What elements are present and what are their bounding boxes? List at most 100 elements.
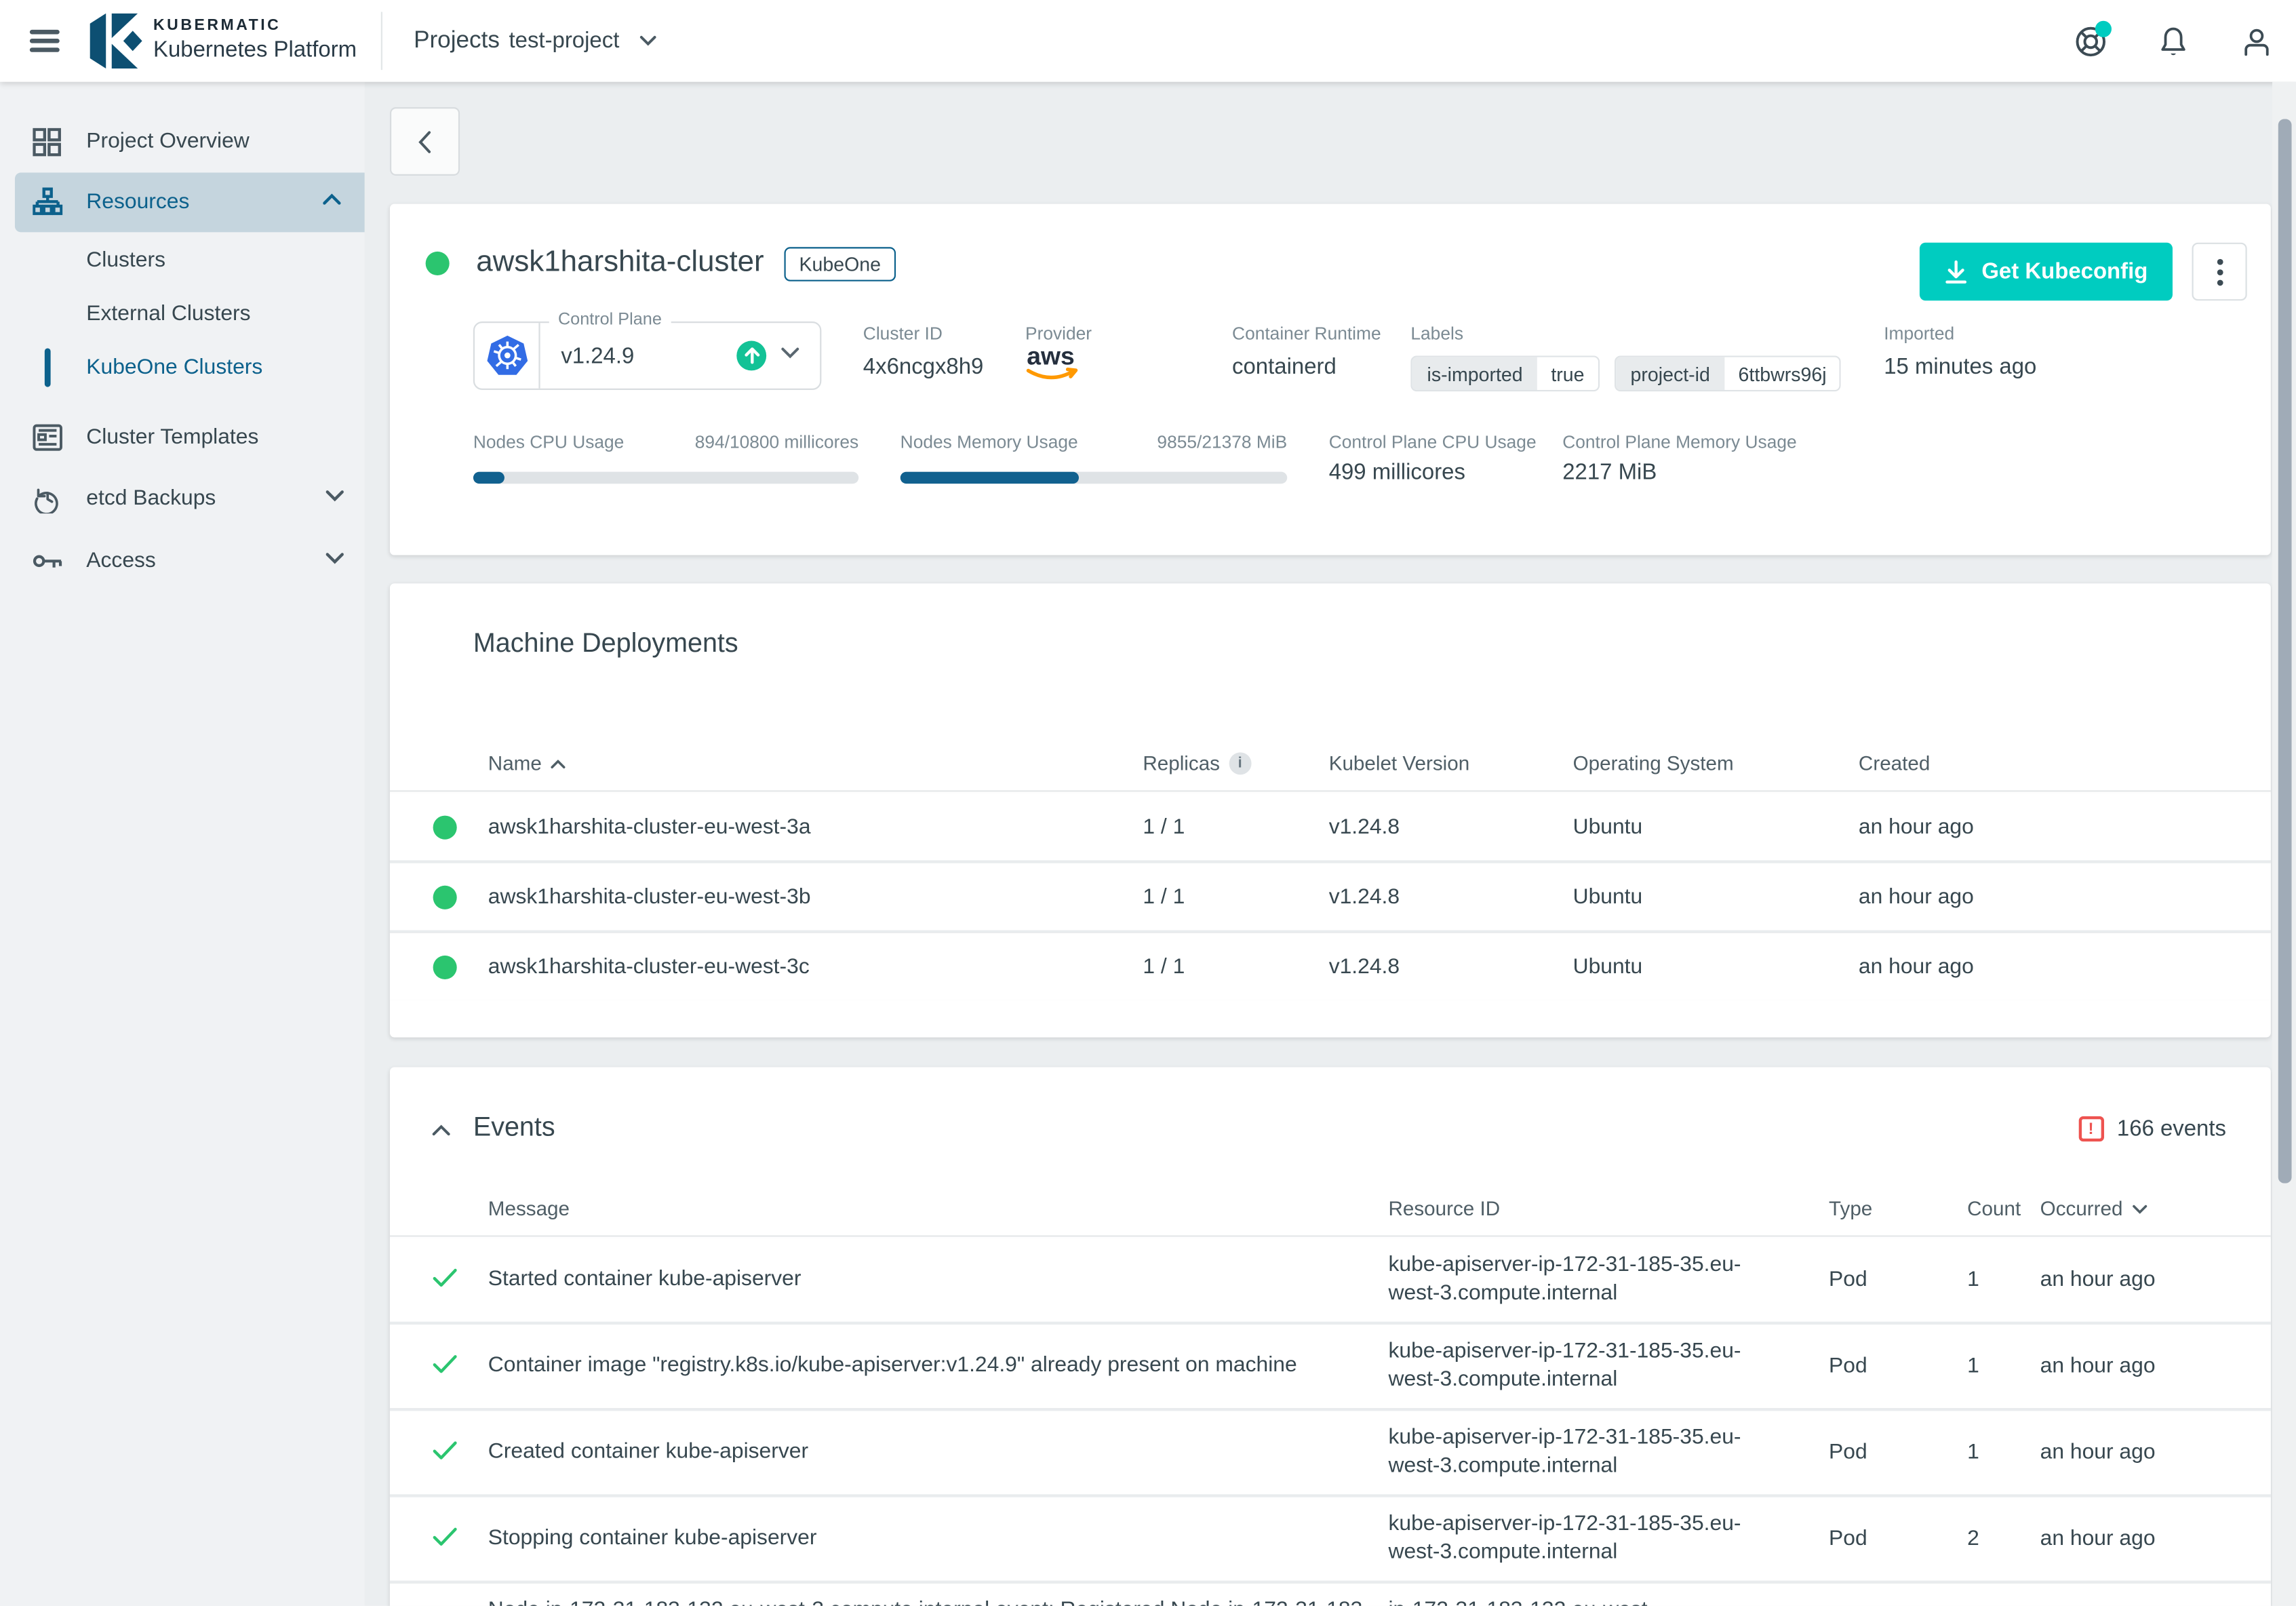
chevron-down-icon — [326, 552, 344, 570]
event-type: Pod — [1829, 1527, 1867, 1551]
page-scrollbar[interactable] — [2272, 82, 2296, 1606]
nodes-cpu-usage: Nodes CPU Usage894/10800 millicores — [473, 431, 858, 452]
sidebar-item-label: KubeOne Clusters — [86, 355, 262, 379]
machine-created: an hour ago — [1859, 955, 1974, 979]
event-type: Pod — [1829, 1268, 1867, 1292]
upgrade-available-icon[interactable] — [736, 341, 766, 371]
sort-desc-icon — [2132, 1204, 2147, 1213]
container-runtime-label: Container Runtime — [1232, 323, 1381, 344]
column-header-occurred[interactable]: Occurred — [2040, 1197, 2147, 1219]
cluster-summary-card: awsk1harshita-cluster KubeOne Get Kubeco… — [390, 204, 2271, 555]
help-icon[interactable] — [2073, 23, 2109, 59]
column-header-name[interactable]: Name — [488, 752, 566, 775]
event-type: Pod — [1829, 1441, 1867, 1464]
sidebar-item-access[interactable]: Access — [0, 531, 365, 591]
sidebar-item-label: External Clusters — [86, 302, 250, 326]
machine-deployment-row[interactable]: awsk1harshita-cluster-eu-west-3a 1 / 1 v… — [390, 794, 2271, 861]
history-clock-icon — [33, 484, 62, 513]
cluster-id-label: Cluster ID — [863, 323, 943, 344]
sidebar-item-etcd-backups[interactable]: etcd Backups — [0, 469, 365, 528]
machine-replicas: 1 / 1 — [1143, 815, 1185, 838]
event-message: Node ip-172-31-183-132.eu-west-3.compute… — [488, 1597, 1381, 1606]
event-type: Pod — [1829, 1354, 1867, 1378]
event-resource-id: ip-172-31-183-132.eu-west-3.compute.inte… — [1388, 1597, 1768, 1606]
sidebar-item-external-clusters[interactable]: External Clusters — [0, 288, 365, 341]
back-button[interactable] — [390, 107, 460, 176]
event-row[interactable]: Created container kube-apiserver kube-ap… — [390, 1411, 2271, 1494]
cp-memory-usage-value: 2217 MiB — [1562, 457, 1657, 490]
event-message: Created container kube-apiserver — [488, 1438, 1381, 1467]
app-window: KUBERMATIC Kubernetes Platform Projects … — [0, 0, 2296, 1606]
cluster-actions-kebab-button[interactable] — [2192, 243, 2246, 301]
download-icon — [1944, 260, 1966, 283]
main-content: awsk1harshita-cluster KubeOne Get Kubeco… — [365, 82, 2274, 1606]
machine-deployment-row[interactable]: awsk1harshita-cluster-eu-west-3b 1 / 1 v… — [390, 863, 2271, 931]
event-row[interactable]: Stopping container kube-apiserver kube-a… — [390, 1497, 2271, 1581]
column-header-kubelet: Kubelet Version — [1329, 752, 1470, 775]
notifications-bell-icon[interactable] — [2156, 23, 2192, 59]
label-chip: is-imported true — [1410, 355, 1599, 391]
get-kubeconfig-button[interactable]: Get Kubeconfig — [1920, 243, 2173, 301]
project-selector-value: test-project — [509, 28, 620, 54]
control-plane-version-select[interactable]: Control Plane v1.24.9 — [473, 321, 822, 390]
nodes-memory-progressbar — [900, 472, 1288, 484]
machine-os: Ubuntu — [1573, 815, 1643, 838]
machine-os: Ubuntu — [1573, 885, 1643, 909]
sidebar-item-label: Clusters — [86, 248, 165, 272]
key-icon — [33, 546, 62, 576]
machine-health-dot — [433, 885, 457, 909]
column-header-resource-id: Resource ID — [1388, 1194, 1768, 1223]
events-count-badge: ! 166 events — [2078, 1116, 2226, 1141]
event-row[interactable]: Container image "registry.k8s.io/kube-ap… — [390, 1325, 2271, 1408]
sidebar-nav: Project Overview Resources Clusters Exte… — [0, 82, 365, 1606]
user-account-icon[interactable] — [2240, 23, 2276, 59]
header-section-label: Projects — [414, 0, 500, 82]
column-header-os: Operating System — [1573, 752, 1734, 775]
event-row[interactable]: Node ip-172-31-183-132.eu-west-3.compute… — [390, 1584, 2271, 1606]
sidebar-item-label: Resources — [86, 191, 189, 214]
sidebar-item-clusters[interactable]: Clusters — [0, 234, 365, 288]
chevron-up-icon — [323, 193, 340, 211]
column-header-created: Created — [1859, 752, 1930, 775]
help-notification-dot — [2095, 20, 2112, 37]
machine-deployments-rows: awsk1harshita-cluster-eu-west-3a 1 / 1 v… — [390, 794, 2271, 1000]
machine-kubelet-version: v1.24.8 — [1329, 815, 1400, 838]
labels-label: Labels — [1410, 323, 1463, 344]
event-row[interactable]: Started container kube-apiserver kube-ap… — [390, 1238, 2271, 1322]
machine-kubelet-version: v1.24.8 — [1329, 885, 1400, 909]
event-occurred: an hour ago — [2040, 1441, 2156, 1464]
events-count-label: 166 events — [2117, 1116, 2226, 1141]
resources-tree-icon — [33, 188, 62, 218]
events-card: Events ! 166 events Message Resource ID … — [390, 1067, 2271, 1605]
active-indicator-bar — [45, 349, 51, 387]
event-success-check-icon — [433, 1268, 457, 1292]
sidebar-item-cluster-templates[interactable]: Cluster Templates — [0, 408, 365, 467]
collapse-events-icon[interactable] — [431, 1124, 451, 1137]
machine-name: awsk1harshita-cluster-eu-west-3b — [488, 885, 811, 909]
event-success-check-icon — [433, 1527, 457, 1551]
hamburger-menu-icon[interactable] — [30, 30, 60, 52]
nodes-memory-usage: Nodes Memory Usage9855/21378 MiB — [900, 431, 1288, 452]
column-header-replicas: Replicas i — [1143, 752, 1251, 775]
control-plane-version: v1.24.9 — [561, 323, 634, 389]
machine-deployment-row[interactable]: awsk1harshita-cluster-eu-west-3c 1 / 1 v… — [390, 933, 2271, 1000]
project-selector[interactable]: test-project — [509, 0, 657, 82]
scrollbar-thumb[interactable] — [2278, 119, 2292, 1183]
event-count: 1 — [1967, 1268, 1979, 1292]
sidebar-item-kubeone-clusters[interactable]: KubeOne Clusters — [0, 341, 365, 395]
machine-name: awsk1harshita-cluster-eu-west-3a — [488, 815, 811, 838]
header-divider — [381, 12, 382, 71]
cluster-id-value: 4x6ncgx8h9 — [863, 353, 984, 383]
container-runtime-value: containerd — [1232, 353, 1337, 383]
column-header-count: Count — [1967, 1197, 2021, 1219]
kubeone-badge: KubeOne — [785, 247, 896, 281]
machine-replicas: 1 / 1 — [1143, 955, 1185, 979]
info-icon[interactable]: i — [1229, 752, 1251, 775]
warning-icon: ! — [2078, 1116, 2103, 1141]
event-message: Stopping container kube-apiserver — [488, 1525, 1381, 1553]
cluster-labels: is-imported true project-id 6ttbwrs96j — [1410, 355, 1841, 391]
brand-title: KUBERMATIC — [153, 16, 357, 34]
sidebar-item-resources[interactable]: Resources — [15, 173, 365, 233]
sidebar-item-project-overview[interactable]: Project Overview — [0, 112, 365, 172]
machine-health-dot — [433, 955, 457, 979]
